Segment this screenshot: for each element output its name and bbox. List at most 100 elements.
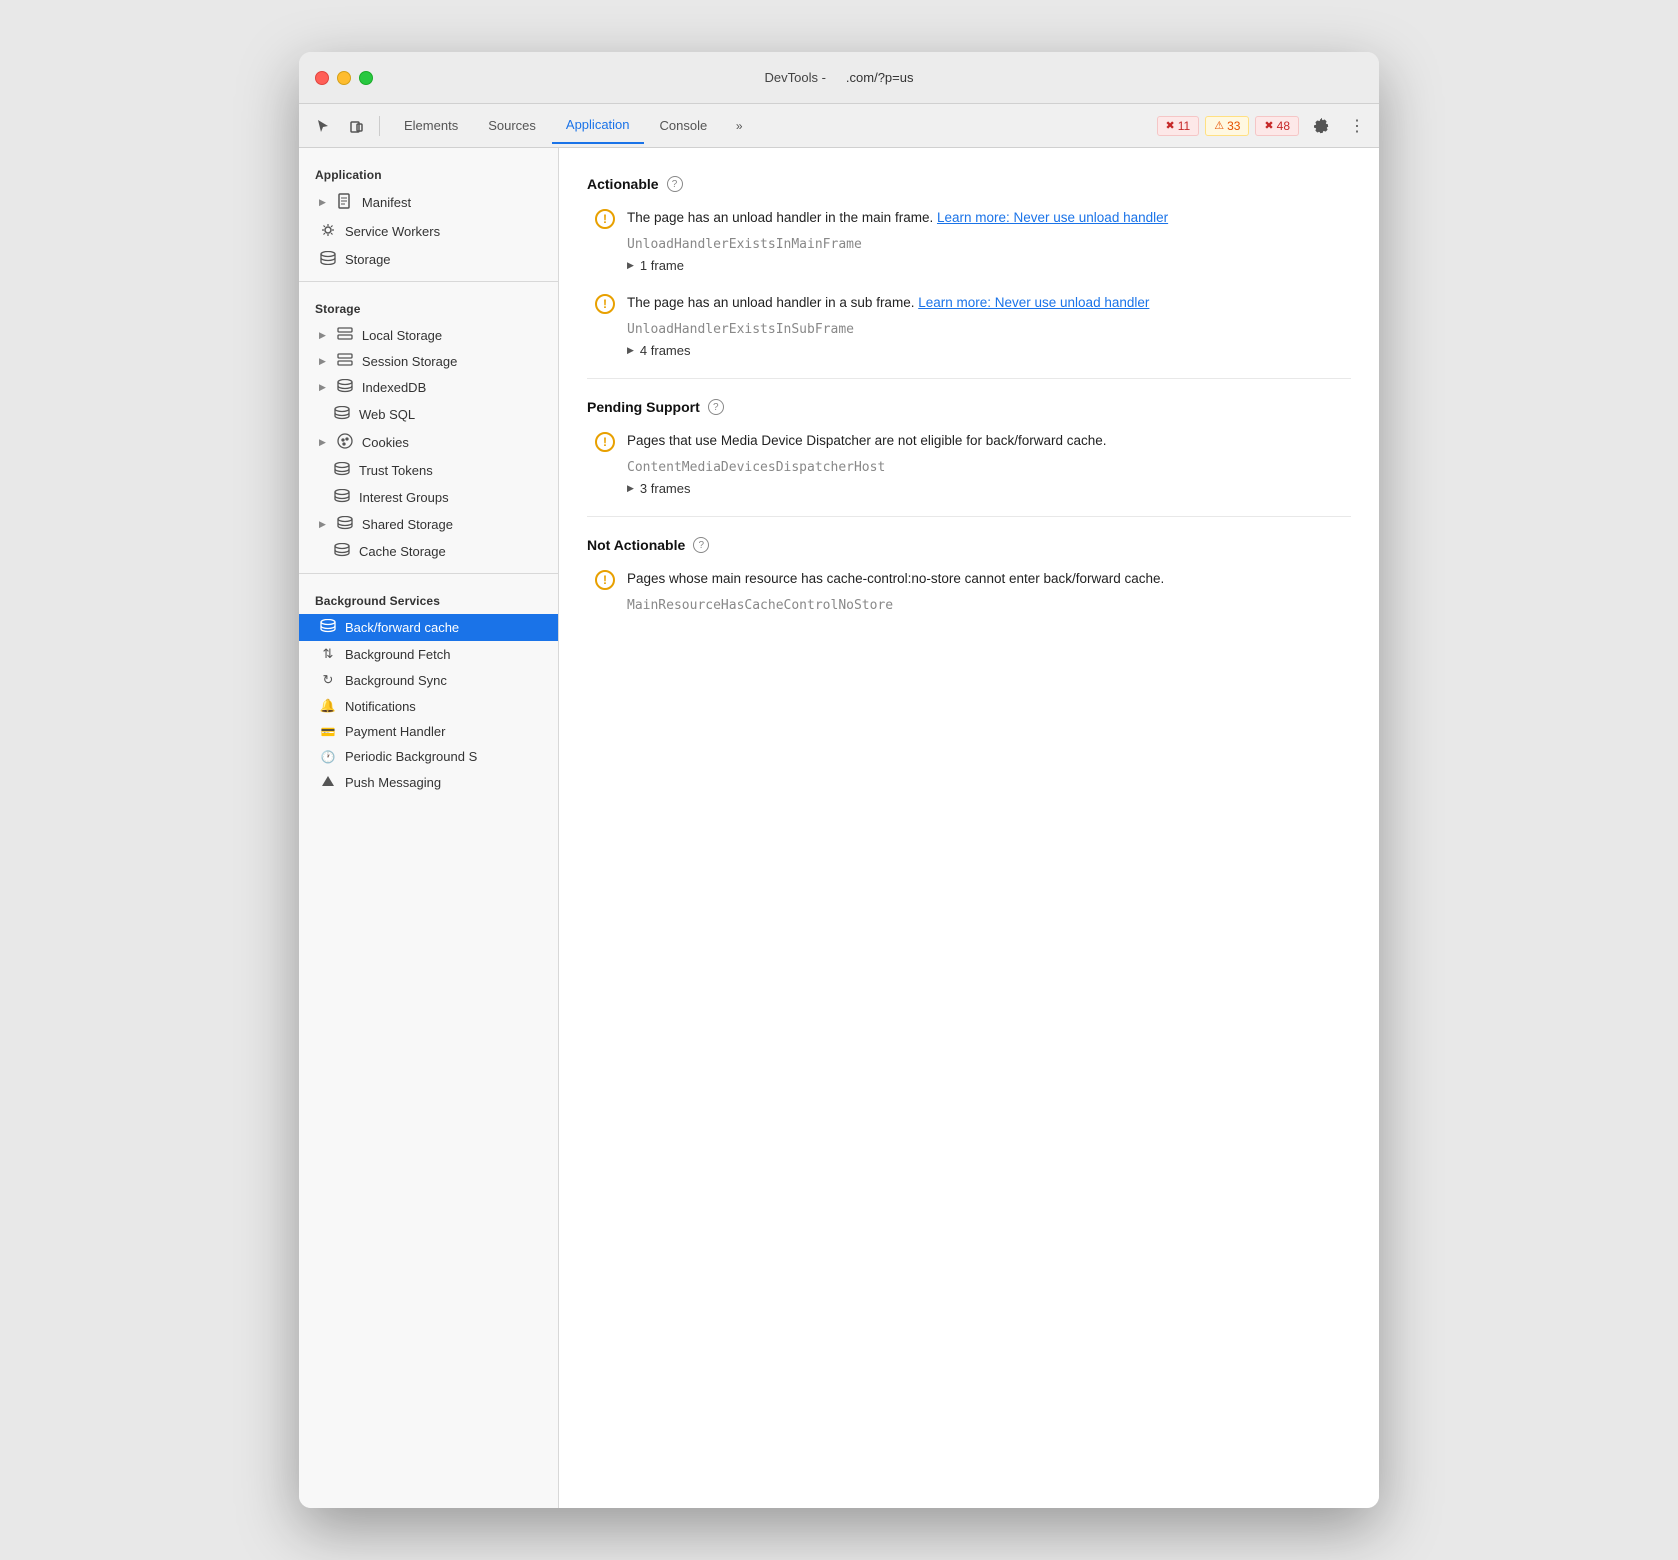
maximize-button[interactable]	[359, 71, 373, 85]
manifest-arrow-icon: ▶	[319, 197, 326, 208]
interest-groups-icon	[333, 489, 351, 506]
warning-icon: ⚠	[1214, 119, 1224, 132]
separator-2	[299, 573, 558, 574]
sidebar-item-payment-handler[interactable]: 💳 Payment Handler	[299, 719, 558, 744]
minimize-button[interactable]	[337, 71, 351, 85]
issue-icon: ✖	[1264, 119, 1273, 132]
back-forward-cache-label: Back/forward cache	[345, 620, 459, 635]
expand-unload-sub-frames[interactable]: ▶ 4 frames	[595, 343, 1351, 358]
issue-unload-main-text: The page has an unload handler in the ma…	[627, 208, 1168, 228]
cookies-icon	[336, 433, 354, 452]
sidebar-item-background-fetch[interactable]: ⇅ Background Fetch	[299, 641, 558, 667]
issue-badge[interactable]: ✖ 48	[1255, 116, 1299, 136]
expand-arrow-3-icon: ▶	[627, 483, 634, 494]
service-workers-icon	[319, 222, 337, 241]
tab-elements[interactable]: Elements	[390, 108, 472, 144]
issue-unload-sub: ! The page has an unload handler in a su…	[587, 293, 1351, 358]
indexeddb-label: IndexedDB	[362, 380, 426, 395]
sidebar-item-back-forward-cache[interactable]: Back/forward cache	[299, 614, 558, 641]
issue-media-device-row: ! Pages that use Media Device Dispatcher…	[595, 431, 1351, 452]
expand-media-device-frames[interactable]: ▶ 3 frames	[595, 481, 1351, 496]
separator-1	[299, 281, 558, 282]
manifest-label: Manifest	[362, 195, 411, 210]
issue-media-device-code: ContentMediaDevicesDispatcherHost	[595, 460, 1351, 475]
devtools-title: DevTools -	[765, 70, 826, 85]
toolbar-divider-1	[379, 116, 380, 136]
local-storage-label: Local Storage	[362, 328, 442, 343]
tab-application[interactable]: Application	[552, 108, 644, 144]
actionable-help-icon[interactable]: ?	[667, 176, 683, 192]
payment-handler-label: Payment Handler	[345, 724, 445, 739]
notifications-label: Notifications	[345, 699, 416, 714]
title-bar-center: DevTools - .com/?p=us	[765, 70, 914, 85]
more-options-button[interactable]: ⋮	[1343, 112, 1371, 140]
service-workers-label: Service Workers	[345, 224, 440, 239]
content-area: Actionable ? ! The page has an unload ha…	[559, 148, 1379, 1508]
issue-cache-control-row: ! Pages whose main resource has cache-co…	[595, 569, 1351, 590]
sidebar-item-indexeddb[interactable]: ▶ IndexedDB	[299, 374, 558, 401]
cursor-tool-button[interactable]	[307, 112, 339, 140]
storage-app-icon	[319, 251, 337, 268]
issue-cache-control-code: MainResourceHasCacheControlNoStore	[595, 598, 1351, 613]
indexeddb-icon	[336, 379, 354, 396]
interest-groups-label: Interest Groups	[359, 490, 449, 505]
storage-section-label: Storage	[299, 290, 558, 322]
pending-support-section-header: Pending Support ?	[587, 399, 1351, 415]
background-sync-label: Background Sync	[345, 673, 447, 688]
error-icon: ✖	[1166, 119, 1175, 132]
sidebar: Application ▶ Manifest	[299, 148, 559, 1508]
indexeddb-arrow-icon: ▶	[319, 382, 326, 393]
tab-sources[interactable]: Sources	[474, 108, 550, 144]
not-actionable-title: Not Actionable	[587, 537, 685, 553]
sidebar-item-trust-tokens[interactable]: Trust Tokens	[299, 457, 558, 484]
sidebar-item-cache-storage[interactable]: Cache Storage	[299, 538, 558, 565]
sidebar-item-manifest[interactable]: ▶ Manifest	[299, 188, 558, 217]
devtools-window: DevTools - .com/?p=us Elements Sources	[299, 52, 1379, 1508]
cache-storage-icon	[333, 543, 351, 560]
expand-arrow-2-icon: ▶	[627, 345, 634, 356]
not-actionable-help-icon[interactable]: ?	[693, 537, 709, 553]
error-count: 11	[1178, 119, 1190, 133]
error-badge[interactable]: ✖ 11	[1157, 116, 1200, 136]
background-fetch-label: Background Fetch	[345, 647, 451, 662]
sidebar-item-web-sql[interactable]: Web SQL	[299, 401, 558, 428]
settings-button[interactable]	[1305, 112, 1337, 140]
unload-main-learn-more-link[interactable]: Learn more: Never use unload handler	[937, 210, 1168, 225]
payment-handler-icon: 💳	[319, 725, 337, 739]
device-emulation-button[interactable]	[341, 112, 373, 140]
sidebar-item-background-sync[interactable]: ↻ Background Sync	[299, 667, 558, 693]
local-storage-arrow-icon: ▶	[319, 330, 326, 341]
warning-badge[interactable]: ⚠ 33	[1205, 116, 1249, 136]
issue-media-device-text: Pages that use Media Device Dispatcher a…	[627, 431, 1107, 451]
session-storage-icon	[336, 353, 354, 369]
trust-tokens-icon	[333, 462, 351, 479]
sidebar-item-shared-storage[interactable]: ▶ Shared Storage	[299, 511, 558, 538]
manifest-icon	[336, 193, 354, 212]
sidebar-item-service-workers[interactable]: Service Workers	[299, 217, 558, 246]
divider-1	[587, 378, 1351, 379]
more-tabs-button[interactable]: »	[723, 112, 755, 140]
web-sql-icon	[333, 406, 351, 423]
sidebar-item-cookies[interactable]: ▶ Cookies	[299, 428, 558, 457]
tab-console[interactable]: Console	[646, 108, 722, 144]
warning-icon-1: !	[595, 209, 615, 229]
sidebar-item-storage-app[interactable]: Storage	[299, 246, 558, 273]
background-fetch-icon: ⇅	[319, 646, 337, 662]
sidebar-item-interest-groups[interactable]: Interest Groups	[299, 484, 558, 511]
background-services-section-label: Background Services	[299, 582, 558, 614]
toolbar-right: ✖ 11 ⚠ 33 ✖ 48 ⋮	[1157, 112, 1372, 140]
page-url: .com/?p=us	[846, 70, 914, 85]
sidebar-item-periodic-background[interactable]: 🕐 Periodic Background S	[299, 744, 558, 769]
push-messaging-icon	[319, 774, 337, 791]
sidebar-item-notifications[interactable]: 🔔 Notifications	[299, 693, 558, 719]
nav-tabs: Elements Sources Application Console »	[390, 108, 755, 144]
sidebar-item-push-messaging[interactable]: Push Messaging	[299, 769, 558, 796]
unload-sub-learn-more-link[interactable]: Learn more: Never use unload handler	[918, 295, 1149, 310]
expand-unload-main-frames[interactable]: ▶ 1 frame	[595, 258, 1351, 273]
sidebar-item-session-storage[interactable]: ▶ Session Storage	[299, 348, 558, 374]
pending-support-help-icon[interactable]: ?	[708, 399, 724, 415]
close-button[interactable]	[315, 71, 329, 85]
expand-arrow-1-icon: ▶	[627, 260, 634, 271]
sidebar-item-local-storage[interactable]: ▶ Local Storage	[299, 322, 558, 348]
not-actionable-section-header: Not Actionable ?	[587, 537, 1351, 553]
